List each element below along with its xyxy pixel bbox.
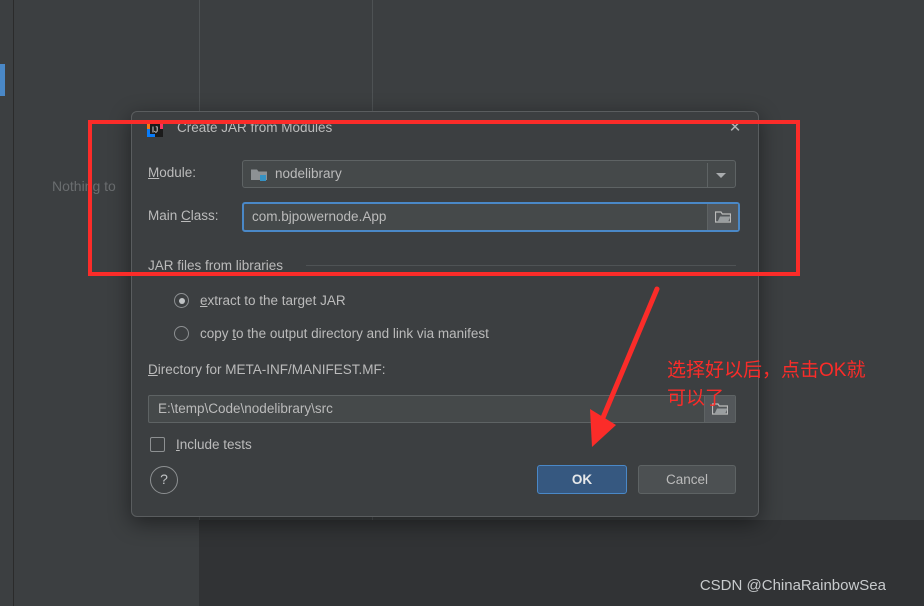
include-tests-rest: nclude tests	[179, 437, 252, 452]
intellij-idea-icon: IJ	[147, 121, 163, 137]
dialog-titlebar: IJ Create JAR from Modules ✕	[132, 112, 758, 146]
ide-left-toolwindow-strip[interactable]	[0, 0, 14, 606]
svg-text:IJ: IJ	[152, 126, 158, 135]
dialog-footer: ? OK Cancel	[132, 454, 758, 516]
dropdown-separator	[707, 163, 708, 187]
main-class-label-rest: lass:	[190, 208, 219, 223]
radio-extract-mnemonic: e	[200, 293, 208, 308]
module-label-mnemonic: M	[148, 165, 160, 180]
include-tests-label: Include tests	[176, 437, 252, 452]
module-selected-value: nodelibrary	[275, 166, 342, 181]
chevron-down-icon[interactable]	[716, 173, 726, 178]
group-separator-line	[306, 265, 736, 266]
module-folder-icon	[251, 169, 267, 181]
module-label: Module:	[148, 165, 196, 180]
editor-placeholder-text: Nothing to	[52, 178, 116, 194]
radio-selected-icon[interactable]	[174, 293, 189, 308]
radio-extract-rest: xtract to the target JAR	[207, 293, 346, 308]
main-class-input[interactable]: com.bjpowernode.App	[242, 202, 740, 232]
manifest-directory-browse-button[interactable]	[704, 396, 735, 422]
radio-extract-label: extract to the target JAR	[200, 293, 346, 308]
radio-copy-label: copy to the output directory and link vi…	[200, 326, 489, 341]
checkbox-unchecked-icon[interactable]	[150, 437, 165, 452]
create-jar-from-modules-dialog: IJ Create JAR from Modules ✕ Module: nod…	[131, 111, 759, 517]
manifest-directory-label-mnemonic: D	[148, 362, 158, 377]
main-class-browse-button[interactable]	[707, 204, 738, 230]
radio-copy-to-output-directory[interactable]: copy to the output directory and link vi…	[174, 326, 489, 341]
main-class-value: com.bjpowernode.App	[252, 209, 387, 224]
radio-extract-to-target-jar[interactable]: extract to the target JAR	[174, 293, 346, 308]
folder-browse-icon	[712, 403, 728, 415]
close-icon[interactable]: ✕	[726, 119, 744, 137]
radio-unselected-icon[interactable]	[174, 326, 189, 341]
ok-button[interactable]: OK	[537, 465, 627, 494]
manifest-directory-label: Directory for META-INF/MANIFEST.MF:	[148, 362, 386, 377]
radio-copy-prefix: copy	[200, 326, 233, 341]
dialog-title: Create JAR from Modules	[177, 120, 333, 135]
manifest-directory-input[interactable]: E:\temp\Code\nodelibrary\src	[148, 395, 736, 423]
active-toolwindow-indicator[interactable]	[0, 64, 5, 96]
main-class-label: Main Class:	[148, 208, 219, 223]
watermark: CSDN @ChinaRainbowSea	[699, 577, 886, 594]
include-tests-checkbox[interactable]: Include tests	[150, 437, 252, 452]
module-dropdown[interactable]: nodelibrary	[242, 160, 736, 188]
manifest-directory-label-rest: irectory for META-INF/MANIFEST.MF:	[157, 362, 386, 377]
folder-browse-icon	[715, 211, 731, 223]
cancel-button[interactable]: Cancel	[638, 465, 736, 494]
jar-files-group-label: JAR files from libraries	[148, 258, 284, 273]
radio-copy-rest: o the output directory and link via mani…	[236, 326, 489, 341]
main-class-label-mnemonic: C	[181, 208, 191, 223]
help-button[interactable]: ?	[150, 466, 178, 494]
main-class-label-prefix: Main	[148, 208, 182, 223]
module-label-rest: odule:	[159, 165, 197, 180]
manifest-directory-value: E:\temp\Code\nodelibrary\src	[158, 401, 333, 416]
